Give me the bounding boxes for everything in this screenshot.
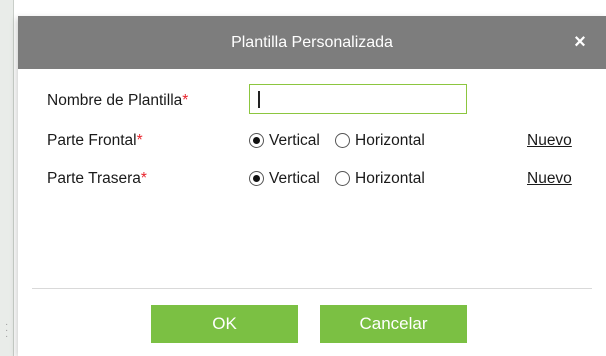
front-vertical-label: Vertical bbox=[269, 132, 320, 149]
back-side-label-text: Parte Trasera bbox=[47, 170, 141, 187]
background-panel bbox=[0, 0, 14, 356]
required-marker: * bbox=[136, 132, 143, 149]
page: · · · Plantilla Personalizada × Nombre de … bbox=[0, 0, 606, 356]
radio-unchecked-icon[interactable] bbox=[335, 133, 350, 148]
template-name-label-text: Nombre de Plantilla bbox=[47, 92, 183, 109]
drag-handle-icon: · · · bbox=[5, 319, 9, 342]
front-new-link[interactable]: Nuevo bbox=[527, 132, 572, 150]
back-side-label: Parte Trasera* bbox=[47, 170, 147, 188]
radio-unchecked-icon[interactable] bbox=[335, 171, 350, 186]
back-new-link[interactable]: Nuevo bbox=[527, 170, 572, 188]
required-marker: * bbox=[140, 170, 147, 187]
custom-template-dialog: Plantilla Personalizada × Nombre de Plan… bbox=[18, 16, 606, 356]
close-icon[interactable]: × bbox=[568, 30, 592, 54]
back-horizontal-label: Horizontal bbox=[355, 170, 425, 187]
front-horizontal-label: Horizontal bbox=[355, 132, 425, 149]
text-cursor bbox=[258, 91, 260, 108]
required-marker: * bbox=[182, 92, 189, 109]
template-name-label: Nombre de Plantilla* bbox=[47, 92, 188, 110]
footer-divider bbox=[32, 288, 592, 289]
radio-checked-icon[interactable] bbox=[249, 133, 264, 148]
radio-checked-icon[interactable] bbox=[249, 171, 264, 186]
dialog-title: Plantilla Personalizada bbox=[231, 34, 393, 51]
front-side-label-text: Parte Frontal bbox=[47, 132, 137, 149]
ok-button[interactable]: OK bbox=[151, 305, 298, 343]
background-divider bbox=[13, 0, 14, 356]
template-name-input[interactable] bbox=[249, 84, 467, 114]
dialog-titlebar: Plantilla Personalizada × bbox=[18, 16, 606, 69]
front-side-label: Parte Frontal* bbox=[47, 132, 143, 150]
cancel-button[interactable]: Cancelar bbox=[320, 305, 467, 343]
back-vertical-label: Vertical bbox=[269, 170, 320, 187]
